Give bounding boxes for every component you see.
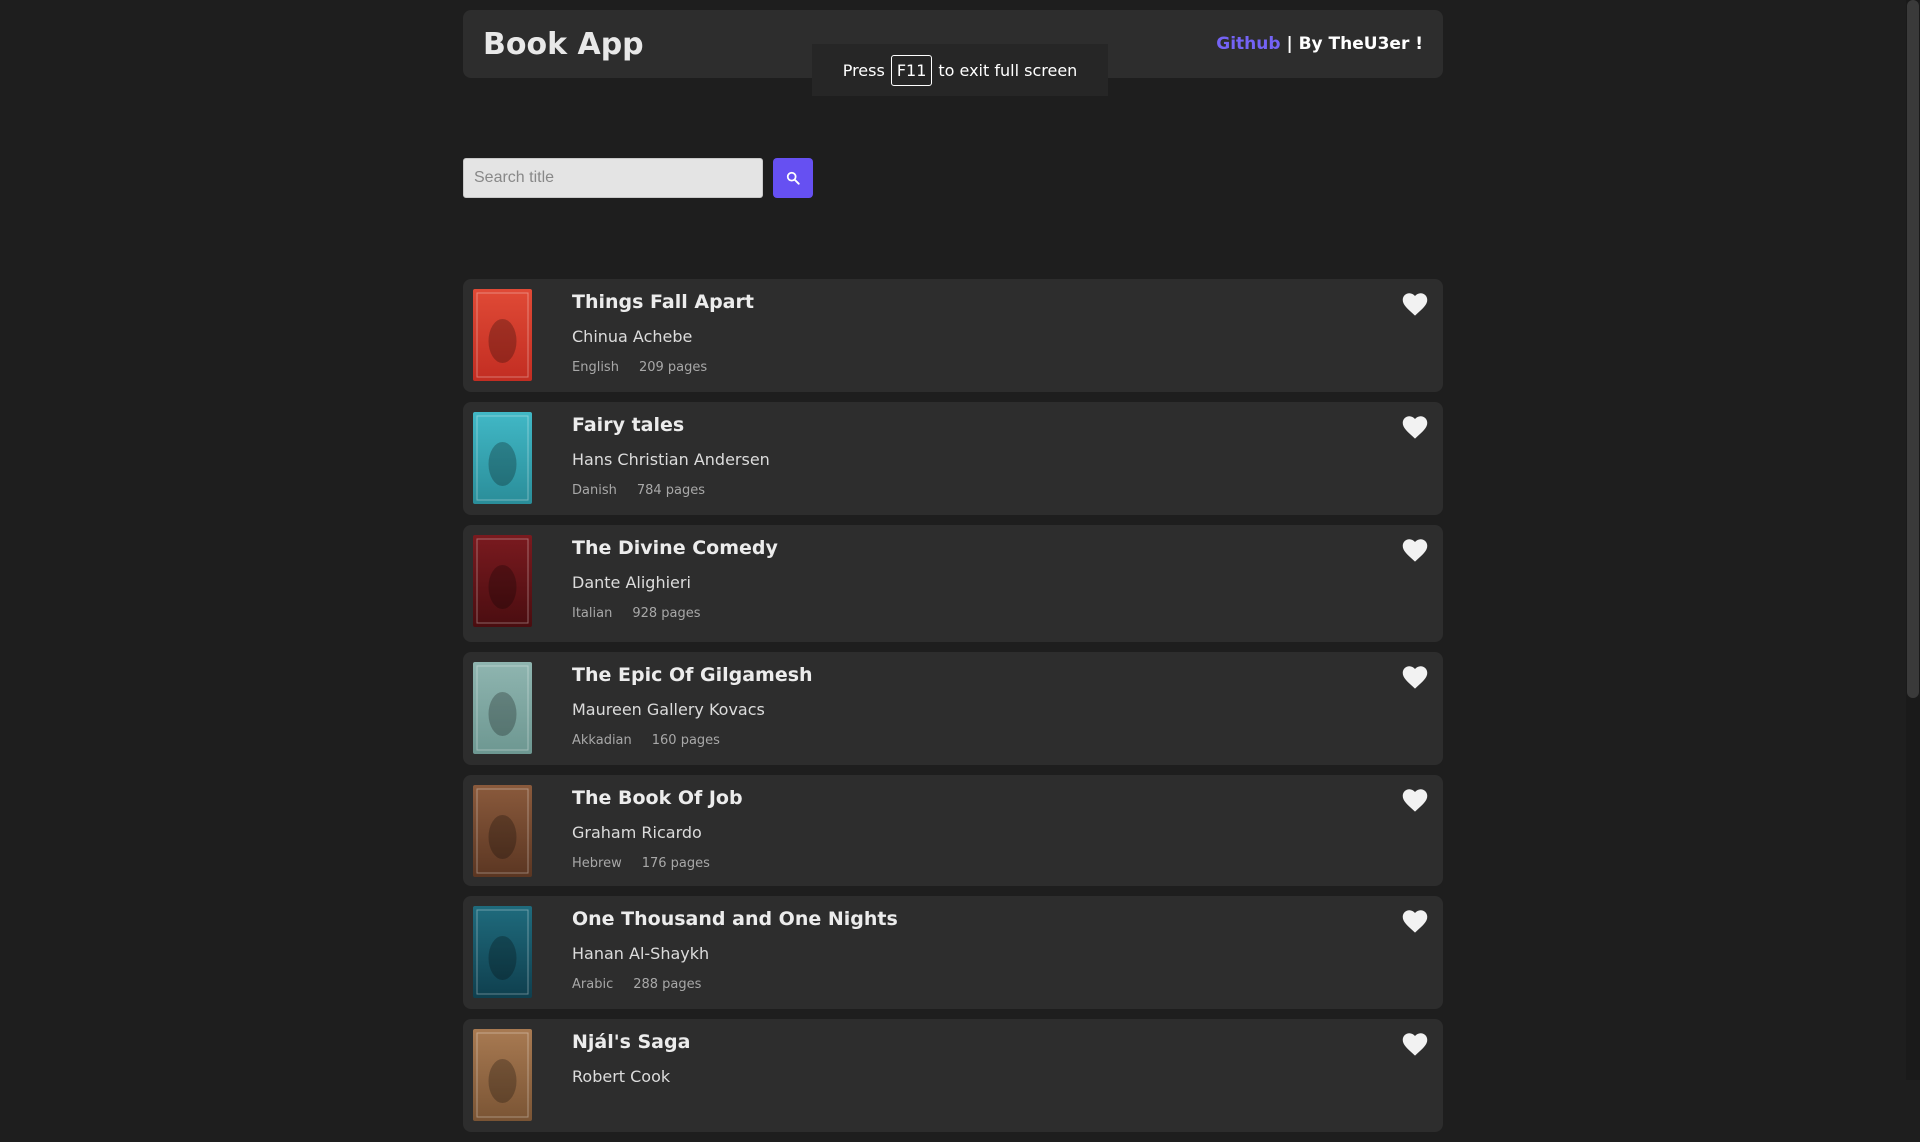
favorite-button[interactable] <box>1401 1031 1429 1057</box>
favorite-button[interactable] <box>1401 787 1429 813</box>
book-language: Arabic <box>572 977 614 992</box>
book-author: Maureen Gallery Kovacs <box>572 700 765 719</box>
book-meta: Akkadian 160 pages <box>572 733 813 748</box>
book-info: The Epic Of Gilgamesh Maureen Gallery Kov… <box>572 664 813 748</box>
book-card[interactable]: The Divine Comedy Dante Alighieri Italian 9… <box>463 525 1443 642</box>
book-language: Italian <box>572 606 613 621</box>
book-cover-image <box>473 906 532 998</box>
heart-icon <box>1402 666 1428 689</box>
book-cover-image <box>473 535 532 627</box>
book-title[interactable]: Things Fall Apart <box>572 291 754 313</box>
book-info: The Book Of Job Graham Ricardo Hebrew 176 p… <box>572 787 743 871</box>
book-language: Akkadian <box>572 733 632 748</box>
book-author: Robert Cook <box>572 1067 671 1086</box>
book-title[interactable]: The Divine Comedy <box>572 537 778 559</box>
book-cover-image <box>473 412 532 504</box>
book-pages: 176 pages <box>641 856 710 871</box>
book-pages: 209 pages <box>638 360 708 375</box>
book-title[interactable]: One Thousand and One Nights <box>572 908 898 930</box>
scrollbar-track[interactable] <box>1906 0 1920 1080</box>
book-pages: 784 pages <box>636 483 706 498</box>
book-card[interactable]: One Thousand and One Nights Hanan Al-Shay… <box>463 896 1443 1009</box>
book-meta: Italian 928 pages <box>572 606 778 621</box>
heart-icon <box>1402 539 1428 562</box>
book-card[interactable]: The Book Of Job Graham Ricardo Hebrew 176 p… <box>463 775 1443 886</box>
heart-icon <box>1402 1033 1428 1056</box>
book-info: Fairy tales Hans Christian Andersen Danish… <box>572 414 770 498</box>
heart-icon <box>1402 293 1428 316</box>
heart-icon <box>1402 789 1428 812</box>
book-card[interactable]: Njál's Saga Robert Cook <box>463 1019 1443 1132</box>
heart-icon <box>1402 910 1428 933</box>
book-card[interactable]: The Epic Of Gilgamesh Maureen Gallery Kov… <box>463 652 1443 765</box>
book-cover-image <box>473 289 532 381</box>
fullscreen-notice-prefix: Press <box>842 60 885 80</box>
book-card[interactable]: Things Fall Apart Chinua Achebe English 209… <box>463 279 1443 392</box>
book-cover-image <box>473 785 532 877</box>
book-pages: 288 pages <box>633 977 702 992</box>
book-author: Chinua Achebe <box>572 327 693 346</box>
book-language: Danish <box>572 483 617 498</box>
book-title[interactable]: The Epic Of Gilgamesh <box>572 664 813 686</box>
book-author: Hanan Al-Shaykh <box>572 944 710 963</box>
book-cover-image <box>473 662 532 754</box>
book-author: Graham Ricardo <box>572 823 702 842</box>
book-list: Things Fall Apart Chinua Achebe English 209… <box>463 279 1443 1142</box>
book-meta: Danish 784 pages <box>572 483 770 498</box>
book-card[interactable]: Fairy tales Hans Christian Andersen Danish… <box>463 402 1443 515</box>
book-title[interactable]: The Book Of Job <box>572 787 743 809</box>
header-credits: Github | By TheU3er ! <box>1216 34 1423 54</box>
scrollbar-thumb[interactable] <box>1907 0 1919 698</box>
favorite-button[interactable] <box>1401 908 1429 934</box>
book-title[interactable]: Njál's Saga <box>572 1031 690 1053</box>
book-info: One Thousand and One Nights Hanan Al-Shay… <box>572 908 898 992</box>
fullscreen-notice-suffix: to exit full screen <box>938 60 1078 80</box>
app-title: Book App <box>483 26 644 62</box>
search-button[interactable] <box>773 158 813 198</box>
book-pages: 160 pages <box>651 733 720 748</box>
favorite-button[interactable] <box>1401 414 1429 440</box>
book-author: Hans Christian Andersen <box>572 450 770 469</box>
search-icon <box>786 171 800 185</box>
favorite-button[interactable] <box>1401 537 1429 563</box>
book-info: The Divine Comedy Dante Alighieri Italian 9… <box>572 537 778 621</box>
favorite-button[interactable] <box>1401 291 1429 317</box>
book-meta: Hebrew 176 pages <box>572 856 743 871</box>
heart-icon <box>1402 416 1428 439</box>
book-info: Njál's Saga Robert Cook <box>572 1031 690 1100</box>
book-title[interactable]: Fairy tales <box>572 414 770 436</box>
book-meta: English 209 pages <box>572 360 754 375</box>
search-bar <box>463 158 813 198</box>
byline-text: | By TheU3er ! <box>1280 34 1423 54</box>
book-language: Hebrew <box>572 856 622 871</box>
book-pages: 928 pages <box>632 606 701 621</box>
favorite-button[interactable] <box>1401 664 1429 690</box>
github-link[interactable]: Github <box>1216 34 1280 54</box>
book-meta: Arabic 288 pages <box>572 977 898 992</box>
fullscreen-key: F11 <box>890 54 933 86</box>
book-cover-image <box>473 1029 532 1121</box>
book-info: Things Fall Apart Chinua Achebe English 209… <box>572 291 754 375</box>
book-language: English <box>572 360 619 375</box>
search-input[interactable] <box>463 158 763 198</box>
book-author: Dante Alighieri <box>572 573 691 592</box>
fullscreen-notice: Press F11 to exit full screen <box>812 44 1108 96</box>
